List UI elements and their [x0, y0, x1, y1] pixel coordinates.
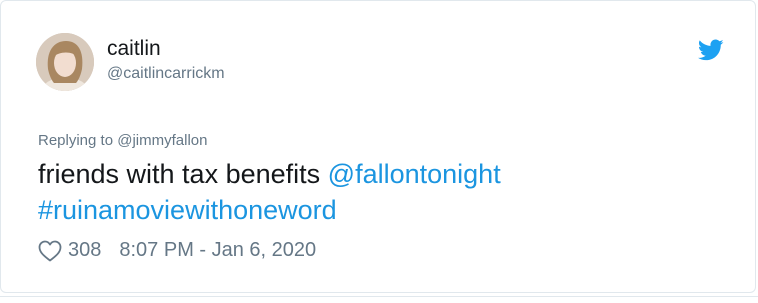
- heart-icon[interactable]: [38, 240, 62, 262]
- twitter-bird-icon[interactable]: [696, 37, 726, 63]
- avatar-image: [36, 33, 94, 91]
- tweet-body: friends with tax benefits: [38, 159, 321, 189]
- tweet-card: caitlin @caitlincarrickm Replying to @ji…: [0, 0, 756, 293]
- replying-to-mention[interactable]: @jimmyfallon: [117, 132, 207, 149]
- tweet-meta: 308 8:07 PM - Jan 6, 2020: [38, 239, 316, 262]
- author-handle[interactable]: @caitlincarrickm: [107, 65, 225, 83]
- tweet-hashtag-link[interactable]: #ruinamoviewithoneword: [38, 195, 337, 225]
- tweet-mention-link[interactable]: @fallontonight: [328, 159, 501, 189]
- replying-to: Replying to @jimmyfallon: [38, 132, 207, 149]
- like-count[interactable]: 308: [68, 239, 101, 262]
- tweet-timestamp[interactable]: 8:07 PM - Jan 6, 2020: [119, 239, 316, 262]
- replying-to-prefix: Replying to: [38, 132, 114, 149]
- author-name[interactable]: caitlin: [107, 37, 161, 61]
- bottom-divider: [0, 296, 758, 297]
- avatar[interactable]: [36, 33, 94, 91]
- tweet-text: friends with tax benefits @fallontonight…: [38, 156, 718, 228]
